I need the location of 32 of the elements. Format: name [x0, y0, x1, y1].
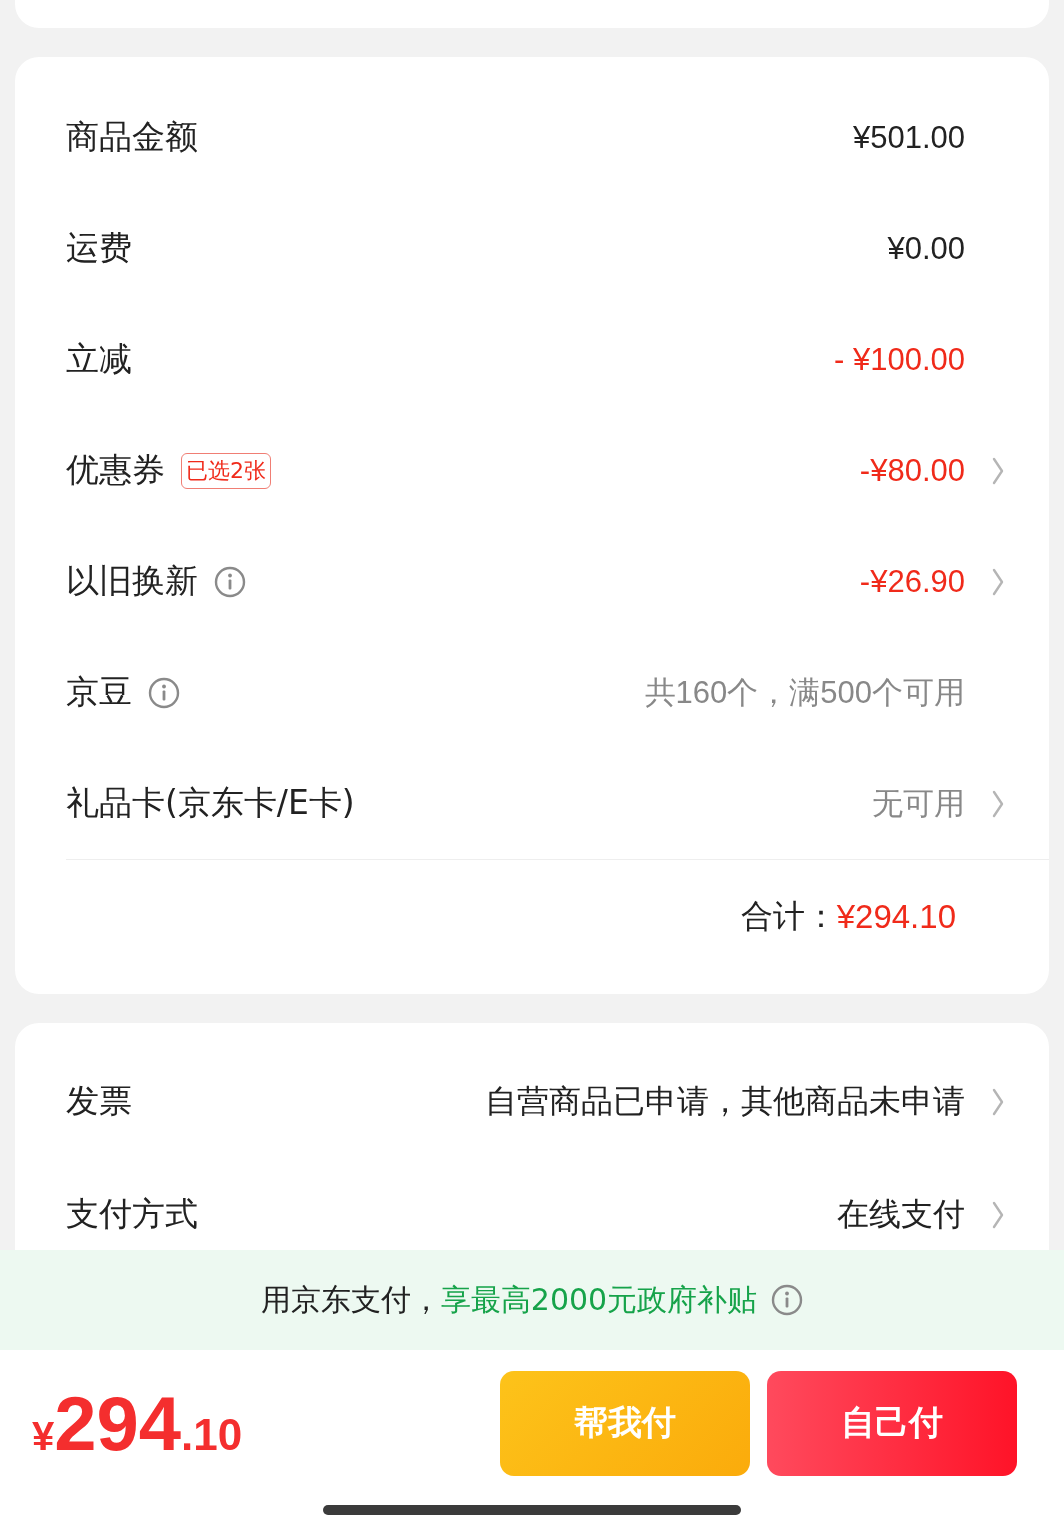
row-label: 运费: [66, 227, 132, 269]
info-icon[interactable]: [148, 676, 180, 709]
chevron-icon[interactable]: [991, 1199, 1005, 1230]
row-value: 自营商品已申请，其他商品未申请: [485, 1080, 965, 1122]
row-value: 在线支付: [837, 1193, 965, 1235]
promo-text: 用京东支付，享最高2000元政府补贴: [260, 1280, 758, 1319]
row-label: 优惠券: [66, 449, 165, 491]
row-label: 京豆: [66, 671, 132, 713]
coupon-badge: 已选2张: [181, 452, 271, 489]
chevron-icon[interactable]: [991, 455, 1005, 486]
chevron-icon[interactable]: [991, 566, 1005, 597]
row-value: - ¥100.00: [834, 341, 965, 378]
row-label: 商品金额: [66, 116, 198, 158]
chevron-icon[interactable]: [991, 788, 1005, 819]
row-label: 以旧换新: [66, 560, 198, 602]
row-value: ¥0.00: [887, 230, 965, 267]
row-value: 无可用: [872, 784, 965, 823]
info-icon[interactable]: [214, 565, 246, 598]
row-value: 共160个，满500个可用: [644, 673, 965, 712]
row-value: ¥501.00: [852, 119, 965, 156]
row-label: 发票: [66, 1080, 133, 1122]
chevron-icon[interactable]: [991, 1086, 1005, 1117]
total-amount: ¥294.10: [836, 898, 956, 936]
row-label: 礼品卡(京东卡/E卡): [66, 782, 355, 824]
row-value: -¥26.90: [859, 563, 965, 600]
row-label: 立减: [66, 338, 132, 380]
row-label: 支付方式: [66, 1193, 199, 1235]
pay-button[interactable]: 自己付: [767, 1370, 1017, 1476]
info-icon[interactable]: [771, 1284, 804, 1316]
total-price: ¥294.10: [32, 1379, 243, 1467]
row-value: -¥80.00: [859, 452, 965, 489]
total-label: 合计：: [740, 896, 837, 937]
